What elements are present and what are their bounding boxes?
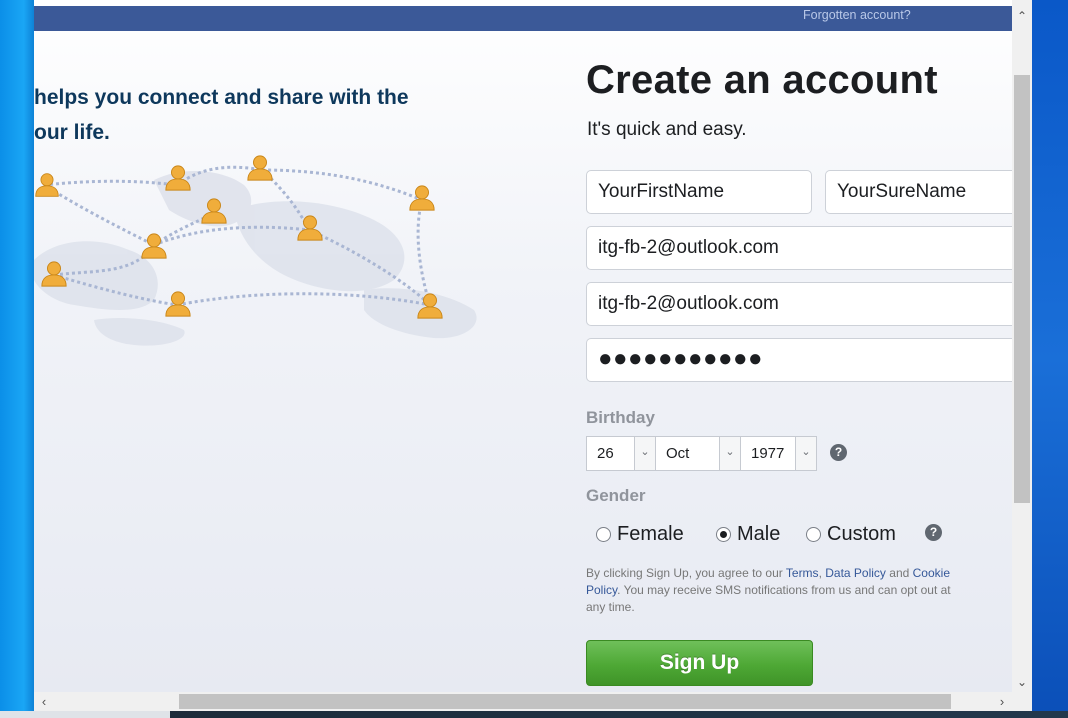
email-input[interactable]: itg-fb-2@outlook.com bbox=[586, 226, 1012, 270]
person-icon bbox=[35, 173, 59, 197]
person-icon bbox=[141, 233, 167, 259]
birthday-day-value: 26 bbox=[597, 445, 614, 462]
scroll-up-icon[interactable]: ⌃ bbox=[1012, 6, 1032, 26]
radio-button-female[interactable] bbox=[596, 526, 611, 542]
email-confirm-input[interactable]: itg-fb-2@outlook.com bbox=[586, 282, 1012, 326]
taskbar bbox=[0, 711, 1068, 718]
terms-text-prefix: By clicking Sign Up, you agree to our bbox=[586, 566, 786, 580]
terms-text-and: and bbox=[885, 566, 913, 580]
gender-label: Gender bbox=[586, 486, 646, 505]
tagline-line-1: helps you connect and share with the bbox=[34, 86, 409, 109]
gender-custom-label: Custom bbox=[827, 522, 896, 545]
facebook-logo bbox=[54, 0, 104, 5]
gender-female-label: Female bbox=[617, 522, 684, 545]
birthday-month-value: Oct bbox=[666, 445, 690, 462]
horizontal-scrollbar[interactable]: ‹ › bbox=[34, 692, 1012, 711]
horizontal-scroll-thumb[interactable] bbox=[179, 694, 951, 709]
radio-button-custom[interactable] bbox=[806, 526, 821, 542]
desktop-background-left bbox=[0, 0, 34, 718]
chevron-down-icon: ⌄ bbox=[719, 437, 740, 470]
browser-viewport: Forgotten account? helps you connect and… bbox=[34, 0, 1012, 692]
person-icon bbox=[409, 185, 435, 211]
radio-button-male[interactable] bbox=[716, 526, 731, 542]
form-title: Create an account bbox=[586, 58, 938, 102]
vertical-scroll-thumb[interactable] bbox=[1014, 75, 1030, 503]
desktop-background-right bbox=[1032, 0, 1068, 718]
chevron-down-icon: ⌄ bbox=[795, 437, 816, 470]
form-subtitle: It's quick and easy. bbox=[587, 119, 747, 140]
birthday-month-select[interactable]: Oct ⌄ bbox=[655, 436, 741, 471]
birthday-day-select[interactable]: 26 ⌄ bbox=[586, 436, 656, 471]
birthday-year-value: 1977 bbox=[751, 445, 785, 462]
terms-text-suffix: . You may receive SMS notifications from… bbox=[586, 583, 951, 614]
scrollbar-corner bbox=[1012, 692, 1032, 711]
terms-notice: By clicking Sign Up, you agree to our Te… bbox=[586, 565, 956, 616]
terms-link[interactable]: Terms bbox=[786, 566, 819, 580]
gender-option-female[interactable]: Female bbox=[596, 521, 684, 547]
gender-option-male[interactable]: Male bbox=[716, 521, 780, 547]
vertical-scrollbar[interactable]: ⌃ ⌄ bbox=[1012, 0, 1032, 692]
person-icon bbox=[165, 291, 191, 317]
gender-male-label: Male bbox=[737, 522, 781, 545]
data-policy-link[interactable]: Data Policy bbox=[825, 566, 886, 580]
password-input[interactable]: ●●●●●●●●●●● bbox=[586, 338, 1012, 382]
first-name-input[interactable]: YourFirstName bbox=[586, 170, 812, 214]
birthday-label: Birthday bbox=[586, 408, 655, 427]
world-map-shape bbox=[34, 170, 477, 346]
surname-input[interactable]: YourSureName bbox=[825, 170, 1012, 214]
facebook-header-bar: Forgotten account? bbox=[34, 0, 1012, 31]
scroll-down-icon[interactable]: ⌄ bbox=[1012, 672, 1032, 692]
chevron-down-icon: ⌄ bbox=[634, 437, 655, 470]
forgotten-account-link[interactable]: Forgotten account? bbox=[803, 8, 911, 22]
birthday-year-select[interactable]: 1977 ⌄ bbox=[740, 436, 817, 471]
birthday-help-icon[interactable]: ? bbox=[830, 444, 847, 461]
scroll-right-icon[interactable]: › bbox=[992, 692, 1012, 711]
gender-option-custom[interactable]: Custom bbox=[806, 521, 896, 547]
sign-up-button[interactable]: Sign Up bbox=[586, 640, 813, 686]
world-connections-illustration bbox=[34, 155, 477, 346]
scroll-left-icon[interactable]: ‹ bbox=[34, 692, 54, 711]
gender-help-icon[interactable]: ? bbox=[925, 524, 942, 541]
